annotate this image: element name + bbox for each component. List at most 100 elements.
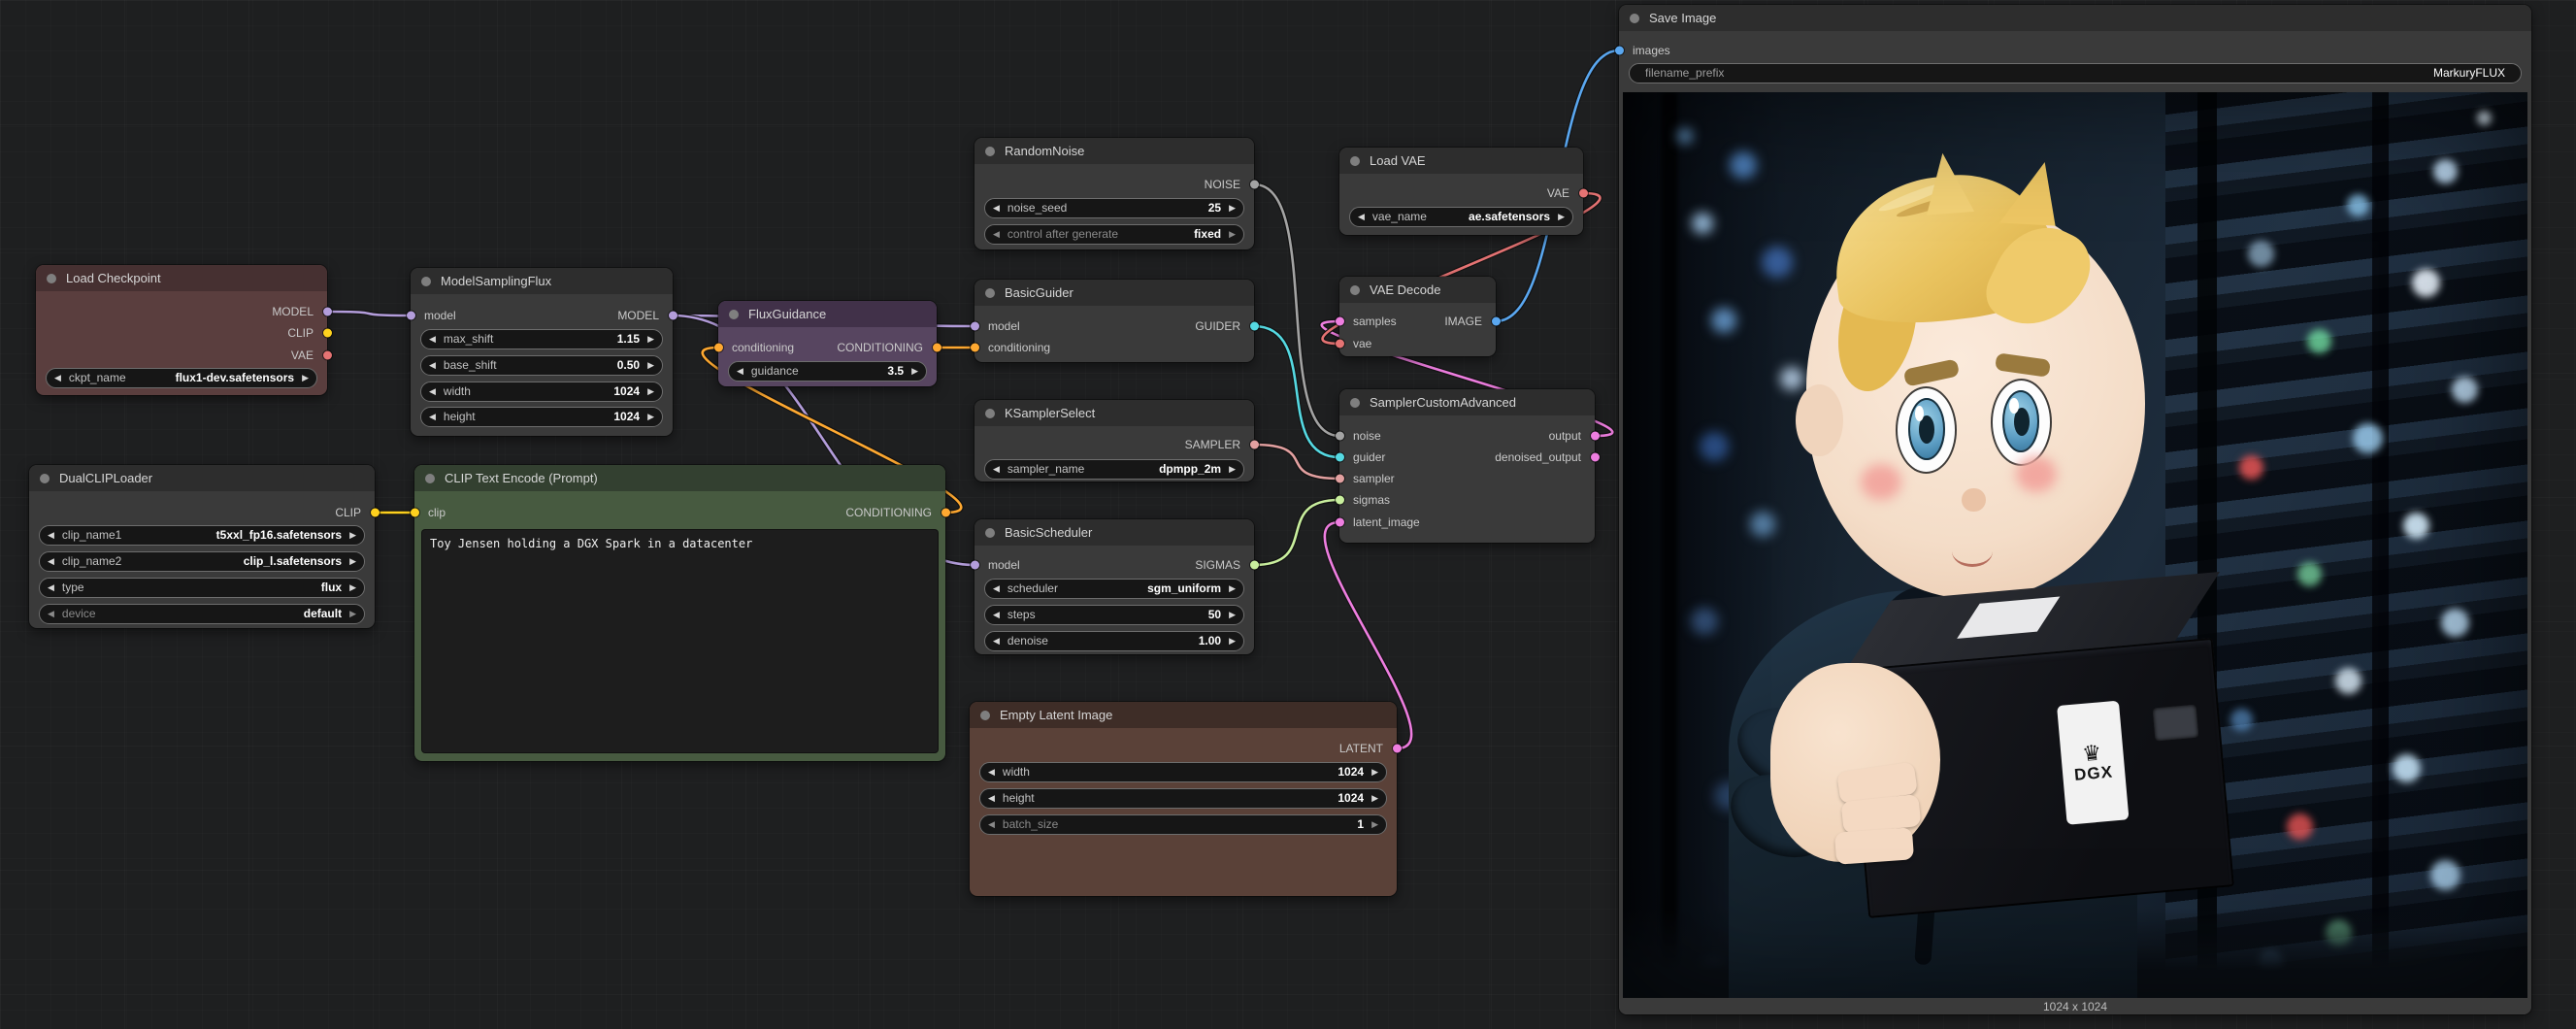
widget-left-arrow-icon[interactable]: ◀ (48, 557, 54, 566)
widget-right-arrow-icon[interactable]: ▶ (1371, 820, 1378, 829)
input-slot-clip[interactable]: clip (414, 504, 446, 521)
widget-right-arrow-icon[interactable]: ▶ (647, 361, 654, 370)
input-slot-samples[interactable]: samples (1339, 313, 1397, 330)
widget-sampler_name[interactable]: ◀sampler_namedpmpp_2m▶ (984, 459, 1244, 480)
widget-left-arrow-icon[interactable]: ◀ (48, 610, 54, 618)
output-slot-dot[interactable] (1579, 189, 1588, 198)
widget-right-arrow-icon[interactable]: ▶ (647, 387, 654, 396)
input-slot-latent_image[interactable]: latent_image (1339, 514, 1420, 531)
widget-vae_name[interactable]: ◀vae_nameae.safetensors▶ (1349, 207, 1573, 227)
output-slot-dot[interactable] (323, 351, 332, 360)
widget-right-arrow-icon[interactable]: ▶ (1229, 611, 1236, 619)
node-collapse-dot-icon[interactable] (1630, 14, 1639, 23)
output-slot-model[interactable]: MODEL (272, 303, 327, 320)
node-header[interactable]: SamplerCustomAdvanced (1339, 389, 1595, 415)
node-collapse-dot-icon[interactable] (421, 277, 431, 286)
widget-denoise[interactable]: ◀denoise1.00▶ (984, 631, 1244, 651)
widget-left-arrow-icon[interactable]: ◀ (988, 820, 995, 829)
output-slot-conditioning[interactable]: CONDITIONING (837, 339, 937, 356)
widget-width[interactable]: ◀width1024▶ (979, 762, 1387, 782)
node-collapse-dot-icon[interactable] (985, 528, 995, 538)
widget-left-arrow-icon[interactable]: ◀ (988, 794, 995, 803)
input-slot-dot[interactable] (1336, 475, 1344, 483)
widget-left-arrow-icon[interactable]: ◀ (429, 413, 436, 421)
widget-left-arrow-icon[interactable]: ◀ (48, 583, 54, 592)
output-slot-dot[interactable] (323, 329, 332, 338)
output-slot-dot[interactable] (1492, 317, 1501, 326)
widget-left-arrow-icon[interactable]: ◀ (993, 204, 1000, 213)
input-slot-dot[interactable] (971, 322, 979, 331)
node-header[interactable]: Load Checkpoint (36, 265, 327, 291)
node-basic-guider[interactable]: BasicGuidermodelconditioningGUIDER (974, 280, 1254, 362)
widget-left-arrow-icon[interactable]: ◀ (988, 768, 995, 777)
widget-scheduler[interactable]: ◀schedulersgm_uniform▶ (984, 579, 1244, 599)
comfyui-node-graph-canvas[interactable]: Load CheckpointMODELCLIPVAE◀ckpt_nameflu… (0, 0, 2576, 1029)
node-collapse-dot-icon[interactable] (425, 474, 435, 483)
node-collapse-dot-icon[interactable] (985, 147, 995, 156)
input-slot-dot[interactable] (1336, 340, 1344, 349)
widget-device[interactable]: ◀devicedefault▶ (39, 604, 365, 624)
widget-right-arrow-icon[interactable]: ▶ (349, 610, 356, 618)
input-slot-vae[interactable]: vae (1339, 335, 1371, 352)
widget-left-arrow-icon[interactable]: ◀ (993, 230, 1000, 239)
output-slot-dot[interactable] (371, 509, 380, 517)
node-header[interactable]: BasicGuider (974, 280, 1254, 306)
input-slot-dot[interactable] (1336, 518, 1344, 527)
output-slot-guider[interactable]: GUIDER (1195, 317, 1254, 335)
output-slot-clip[interactable]: CLIP (287, 324, 327, 342)
node-collapse-dot-icon[interactable] (729, 310, 739, 319)
widget-left-arrow-icon[interactable]: ◀ (993, 584, 1000, 593)
node-random-noise[interactable]: RandomNoiseNOISE◀noise_seed25▶◀control a… (974, 138, 1254, 249)
widget-right-arrow-icon[interactable]: ▶ (1229, 637, 1236, 646)
input-slot-dot[interactable] (411, 509, 419, 517)
input-slot-guider[interactable]: guider (1339, 448, 1385, 466)
input-slot-conditioning[interactable]: conditioning (974, 339, 1050, 356)
prompt-textarea[interactable]: Toy Jensen holding a DGX Spark in a data… (421, 529, 939, 753)
widget-noise_seed[interactable]: ◀noise_seed25▶ (984, 198, 1244, 218)
output-slot-noise[interactable]: NOISE (1205, 176, 1254, 193)
widget-right-arrow-icon[interactable]: ▶ (911, 367, 918, 376)
node-load-checkpoint[interactable]: Load CheckpointMODELCLIPVAE◀ckpt_nameflu… (36, 265, 327, 395)
output-slot-latent[interactable]: LATENT (1339, 740, 1397, 757)
input-slot-conditioning[interactable]: conditioning (718, 339, 794, 356)
node-header[interactable]: KSamplerSelect (974, 400, 1254, 426)
widget-right-arrow-icon[interactable]: ▶ (1558, 213, 1565, 221)
widget-guidance[interactable]: ◀guidance3.5▶ (728, 361, 927, 382)
widget-max_shift[interactable]: ◀max_shift1.15▶ (420, 329, 663, 349)
widget-left-arrow-icon[interactable]: ◀ (54, 374, 61, 382)
output-slot-model[interactable]: MODEL (617, 307, 673, 324)
output-slot-sigmas[interactable]: SIGMAS (1195, 556, 1254, 574)
node-header[interactable]: Save Image (1619, 5, 2531, 31)
node-header[interactable]: FluxGuidance (718, 301, 937, 327)
node-collapse-dot-icon[interactable] (1350, 156, 1360, 166)
widget-ckpt_name[interactable]: ◀ckpt_nameflux1-dev.safetensors▶ (46, 368, 317, 388)
node-collapse-dot-icon[interactable] (1350, 285, 1360, 295)
link-wire-sampler[interactable] (1254, 445, 1339, 479)
widget-left-arrow-icon[interactable]: ◀ (429, 387, 436, 396)
node-flux-guidance[interactable]: FluxGuidance conditioning CONDITIONING ◀gui… (718, 301, 937, 386)
widget-right-arrow-icon[interactable]: ▶ (349, 557, 356, 566)
input-slot-dot[interactable] (1336, 496, 1344, 505)
output-slot-dot[interactable] (1591, 453, 1600, 462)
widget-left-arrow-icon[interactable]: ◀ (429, 361, 436, 370)
output-slot-dot[interactable] (1591, 432, 1600, 441)
output-slot-dot[interactable] (1250, 441, 1259, 449)
widget-base_shift[interactable]: ◀base_shift0.50▶ (420, 355, 663, 376)
output-slot-dot[interactable] (1250, 561, 1259, 570)
node-vae-decode[interactable]: VAE DecodesamplesvaeIMAGE (1339, 277, 1496, 356)
output-slot-conditioning[interactable]: CONDITIONING (845, 504, 945, 521)
widget-right-arrow-icon[interactable]: ▶ (349, 583, 356, 592)
output-slot-dot[interactable] (933, 344, 941, 352)
node-sampler-custom-advanced[interactable]: SamplerCustomAdvancednoiseguidersamplers… (1339, 389, 1595, 543)
output-slot-dot[interactable] (1250, 181, 1259, 189)
node-basic-scheduler[interactable]: BasicSchedulermodelSIGMAS◀schedulersgm_u… (974, 519, 1254, 654)
widget-right-arrow-icon[interactable]: ▶ (1229, 204, 1236, 213)
output-slot-dot[interactable] (323, 308, 332, 316)
input-slot-dot[interactable] (714, 344, 723, 352)
input-slot-sampler[interactable]: sampler (1339, 470, 1395, 487)
link-wire-guider[interactable] (1254, 326, 1339, 457)
widget-steps[interactable]: ◀steps50▶ (984, 605, 1244, 625)
node-collapse-dot-icon[interactable] (1350, 398, 1360, 408)
node-header[interactable]: RandomNoise (974, 138, 1254, 164)
node-collapse-dot-icon[interactable] (47, 274, 56, 283)
